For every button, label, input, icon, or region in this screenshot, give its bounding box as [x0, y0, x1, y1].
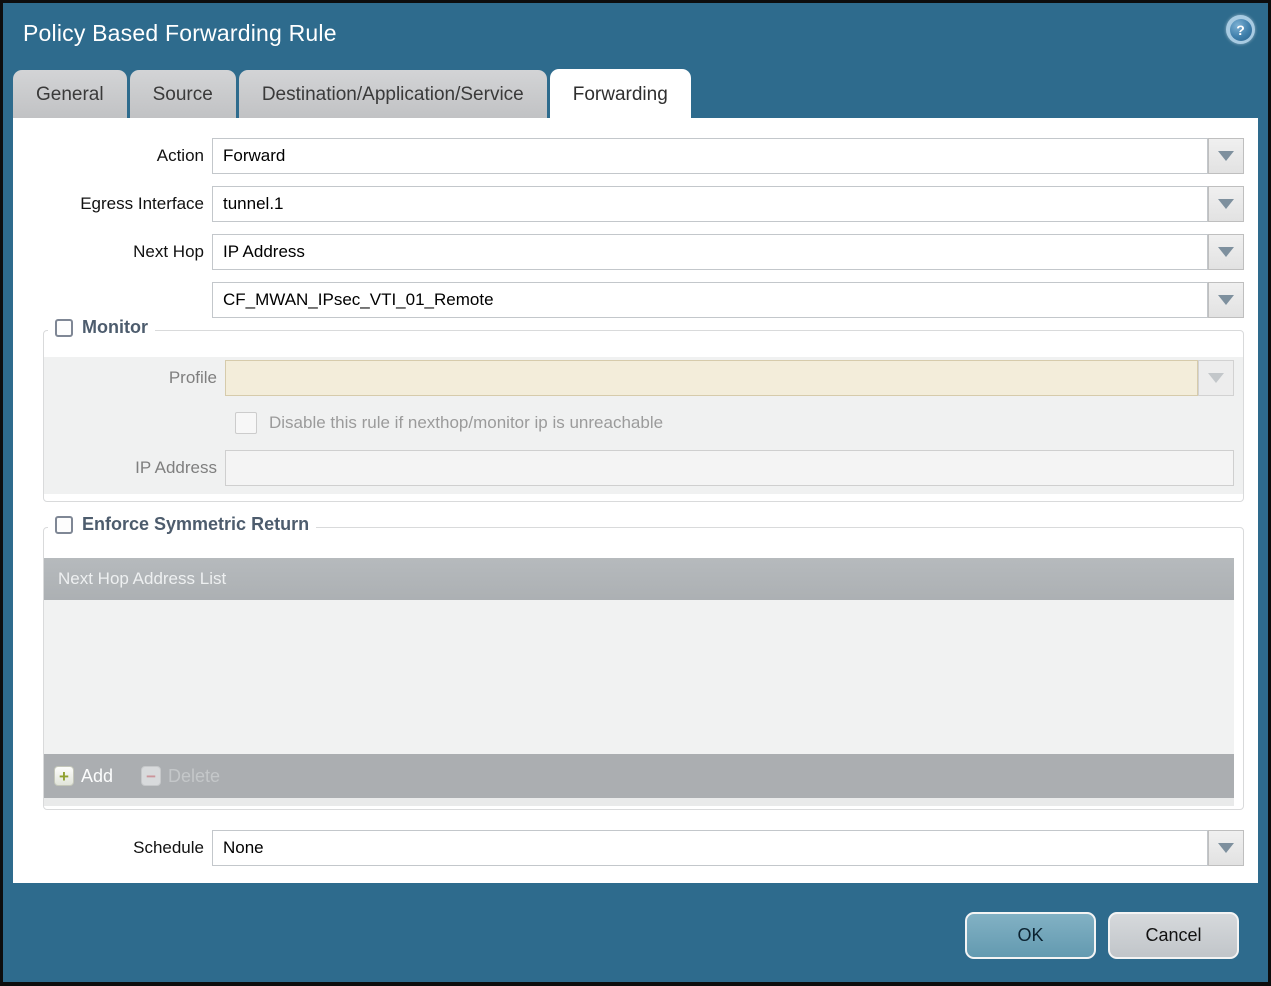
delete-button: − Delete [141, 766, 220, 787]
ok-button[interactable]: OK [965, 912, 1096, 959]
monitor-section: Monitor Profile Disable this rule if nex… [43, 317, 1244, 502]
action-row: Action Forward [13, 138, 1244, 174]
forwarding-tab-panel: Action Forward Egress Interface tunnel.1… [13, 118, 1258, 885]
chevron-down-icon [1208, 373, 1224, 383]
delete-button-label: Delete [168, 765, 221, 786]
symmetric-return-checkbox[interactable] [55, 515, 73, 534]
monitor-checkbox[interactable] [55, 318, 73, 337]
dialog-title: Policy Based Forwarding Rule [23, 20, 337, 46]
tab-source[interactable]: Source [129, 70, 236, 118]
dialog-footer: OK Cancel [3, 883, 1268, 982]
symmetric-return-section-label: Enforce Symmetric Return [82, 514, 310, 534]
profile-dropdown-button [1198, 360, 1234, 396]
monitor-ip-row: IP Address [44, 450, 1234, 486]
disable-rule-row: Disable this rule if nexthop/monitor ip … [235, 408, 1243, 438]
tab-forwarding[interactable]: Forwarding [549, 69, 691, 118]
tab-general[interactable]: General [13, 70, 127, 118]
help-button[interactable]: ? [1226, 15, 1255, 44]
next-hop-address-row: CF_MWAN_IPsec_VTI_01_Remote [13, 282, 1244, 318]
monitor-ip-label: IP Address [135, 458, 217, 477]
cancel-button[interactable]: Cancel [1108, 912, 1239, 959]
profile-row: Profile [44, 360, 1234, 396]
add-button[interactable]: + Add [54, 766, 113, 787]
next-hop-type-select[interactable]: IP Address [212, 234, 1208, 270]
schedule-label: Schedule [133, 838, 204, 857]
minus-icon: − [141, 766, 162, 786]
chevron-down-icon [1218, 151, 1234, 161]
chevron-down-icon [1218, 247, 1234, 257]
monitor-panel: Profile Disable this rule if nexthop/mon… [44, 357, 1243, 494]
next-hop-address-table: Next Hop Address List + Add − Delete [44, 558, 1234, 798]
symmetric-return-section: Enforce Symmetric Return Next Hop Addres… [43, 514, 1244, 810]
help-icon: ? [1229, 18, 1252, 41]
action-label: Action [156, 146, 204, 165]
profile-label: Profile [168, 368, 217, 387]
egress-interface-dropdown-button[interactable] [1208, 186, 1244, 222]
add-button-label: Add [81, 765, 114, 786]
dialog-titlebar: Policy Based Forwarding Rule ? [3, 3, 1268, 69]
next-hop-address-list-header: Next Hop Address List [44, 558, 1234, 600]
tab-destination-application-service[interactable]: Destination/Application/Service [238, 70, 547, 118]
schedule-select[interactable]: None [212, 830, 1208, 866]
chevron-down-icon [1218, 199, 1234, 209]
table-scroll-strip [44, 798, 1234, 806]
policy-based-forwarding-dialog: Policy Based Forwarding Rule ? General S… [0, 0, 1271, 986]
schedule-dropdown-button[interactable] [1208, 830, 1244, 866]
profile-select [225, 360, 1198, 396]
monitor-ip-input [225, 450, 1234, 486]
plus-icon: + [54, 766, 74, 786]
monitor-legend: Monitor [48, 317, 155, 338]
schedule-row: Schedule None [13, 830, 1244, 866]
disable-rule-checkbox [235, 412, 257, 434]
egress-interface-row: Egress Interface tunnel.1 [13, 186, 1244, 222]
action-select[interactable]: Forward [212, 138, 1208, 174]
tab-bar: General Source Destination/Application/S… [3, 69, 1268, 118]
egress-interface-label: Egress Interface [80, 194, 204, 213]
next-hop-address-dropdown-button[interactable] [1208, 282, 1244, 318]
next-hop-address-list-body[interactable] [44, 600, 1234, 754]
symmetric-return-legend: Enforce Symmetric Return [48, 514, 317, 535]
monitor-section-label: Monitor [82, 317, 148, 337]
chevron-down-icon [1218, 295, 1234, 305]
disable-rule-label: Disable this rule if nexthop/monitor ip … [269, 413, 664, 432]
next-hop-label: Next Hop [133, 242, 204, 261]
next-hop-address-select[interactable]: CF_MWAN_IPsec_VTI_01_Remote [212, 282, 1208, 318]
egress-interface-select[interactable]: tunnel.1 [212, 186, 1208, 222]
chevron-down-icon [1218, 843, 1234, 853]
next-hop-dropdown-button[interactable] [1208, 234, 1244, 270]
next-hop-address-list-toolbar: + Add − Delete [44, 754, 1234, 798]
action-dropdown-button[interactable] [1208, 138, 1244, 174]
next-hop-row: Next Hop IP Address [13, 234, 1244, 270]
